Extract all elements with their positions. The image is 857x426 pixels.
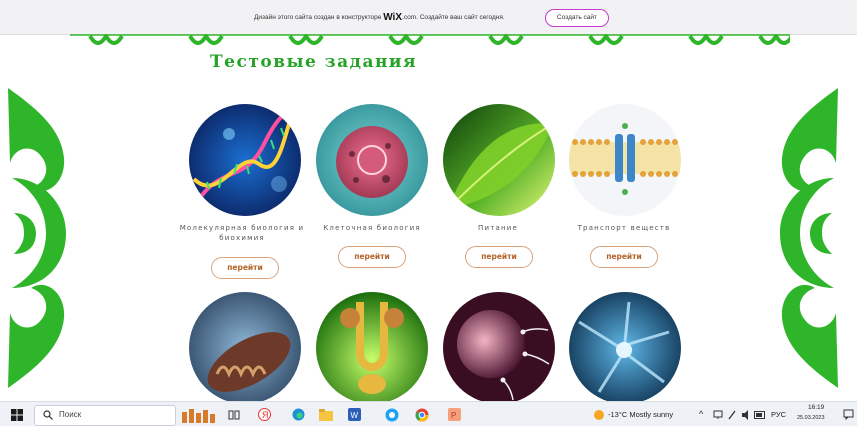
clock-date[interactable]: 25.03.2023 — [797, 415, 825, 421]
card-label-transport: Транспорт веществ — [577, 224, 671, 232]
volume-icon[interactable] — [740, 406, 752, 423]
egg-sperm-image[interactable] — [443, 292, 555, 404]
membrane-channel-image[interactable] — [569, 104, 681, 216]
right-ornament — [780, 88, 838, 388]
dna-image[interactable] — [189, 104, 301, 216]
language-indicator[interactable]: РУС — [771, 410, 786, 419]
word-app-icon[interactable]: W — [346, 406, 362, 423]
go-button-nutrition[interactable]: перейти — [465, 246, 533, 268]
windows-taskbar: Поиск Я W P -13°C Mostly sunny ^ РУС 16:… — [0, 401, 857, 426]
left-ornament — [8, 88, 66, 388]
browser-page: Дизайн этого сайта создан в конструкторе… — [0, 0, 857, 426]
taskbar-search-highlight-icon[interactable] — [178, 406, 222, 423]
weather-text[interactable]: -13°C Mostly sunny — [608, 410, 673, 419]
battery-icon[interactable] — [754, 406, 766, 423]
file-explorer-icon[interactable] — [318, 406, 334, 423]
skype-app-icon[interactable] — [384, 406, 400, 423]
task-view-icon[interactable] — [226, 406, 242, 423]
cell-image[interactable] — [316, 104, 428, 216]
top-ornament-border — [70, 34, 790, 45]
clock-time[interactable]: 16:19 — [808, 404, 824, 411]
windows-start-icon[interactable] — [8, 406, 26, 423]
go-button-transport[interactable]: перейти — [590, 246, 658, 268]
card-label-nutrition: Питание — [477, 224, 518, 232]
kidney-image[interactable] — [316, 292, 428, 404]
card-label-molecular-biology: Молекулярная биология и биохимия — [179, 224, 305, 242]
network-icon[interactable] — [712, 406, 724, 423]
powerpoint-app-icon[interactable]: P — [446, 406, 462, 423]
go-button-molecular-biology[interactable]: перейти — [211, 257, 279, 279]
wix-logo[interactable]: WiX — [383, 12, 402, 23]
neuron-image[interactable] — [569, 292, 681, 404]
page-title: Тестовые задания — [210, 52, 418, 72]
card-label-cell-biology: Клеточная биология — [323, 224, 421, 232]
svg-text:P: P — [451, 411, 456, 420]
svg-text:W: W — [350, 411, 358, 420]
weather-sun-icon[interactable] — [592, 406, 606, 423]
pen-icon[interactable] — [726, 406, 738, 423]
svg-text:Я: Я — [262, 410, 269, 420]
wix-ad-banner: Дизайн этого сайта создан в конструкторе… — [0, 0, 857, 35]
chrome-browser-icon[interactable] — [414, 406, 430, 423]
tray-chevron-up-icon[interactable]: ^ — [699, 409, 703, 419]
yandex-browser-icon[interactable]: Я — [256, 406, 272, 423]
create-site-button[interactable]: Создать сайт — [545, 9, 609, 27]
go-button-cell-biology[interactable]: перейти — [338, 246, 406, 268]
mitochondria-image[interactable] — [189, 292, 301, 404]
banner-text-after: .com. Создайте ваш сайт сегодня. — [402, 14, 505, 21]
search-icon — [43, 410, 53, 420]
taskbar-search-input[interactable]: Поиск — [34, 405, 176, 426]
notifications-icon[interactable] — [842, 406, 854, 423]
edge-browser-icon[interactable] — [290, 406, 306, 423]
leaf-image[interactable] — [443, 104, 555, 216]
search-placeholder: Поиск — [59, 410, 82, 419]
wix-banner-text: Дизайн этого сайта создан в конструкторе… — [254, 12, 505, 23]
banner-text-before: Дизайн этого сайта создан в конструкторе — [254, 14, 382, 21]
